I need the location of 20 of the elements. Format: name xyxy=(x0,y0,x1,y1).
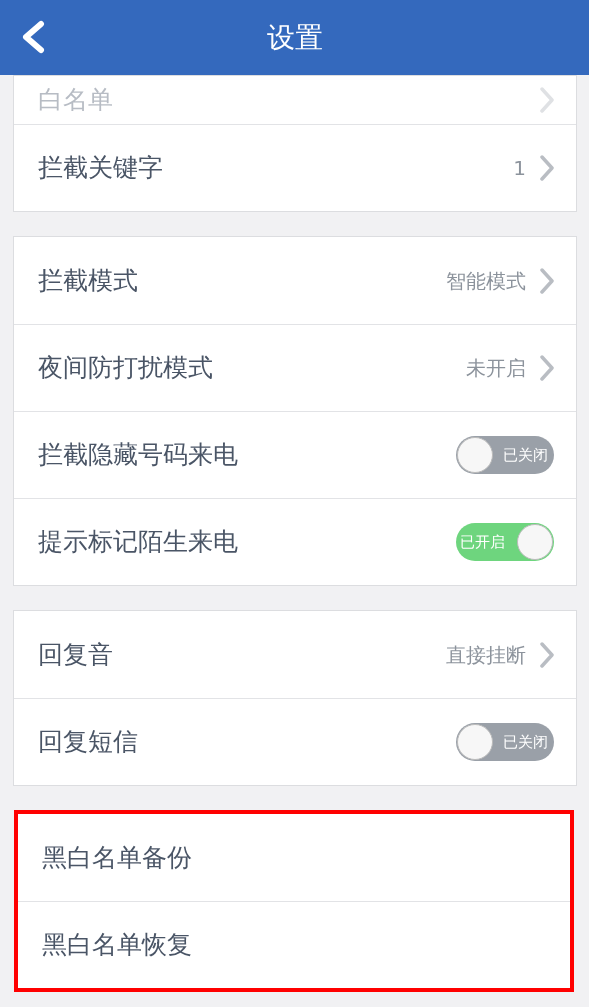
chevron-icon xyxy=(540,87,554,113)
page-title: 设置 xyxy=(266,19,323,56)
setting-value: 1 xyxy=(513,155,526,182)
chevron-icon xyxy=(540,267,554,294)
setting-label[interactable]: 黑白名单恢复 xyxy=(42,926,192,964)
chevron-icon xyxy=(540,355,554,381)
setting-label[interactable]: 夜间防打扰模式 xyxy=(38,349,213,387)
setting-label[interactable]: 提示标记陌生来电 xyxy=(38,523,238,561)
setting-label[interactable]: 回复音 xyxy=(38,635,113,674)
setting-label[interactable]: 拦截模式 xyxy=(38,261,138,300)
chevron-icon xyxy=(540,155,554,181)
setting-label[interactable]: 回复短信 xyxy=(38,723,138,761)
setting-label[interactable]: 黑白名单备份 xyxy=(42,838,192,877)
setting-label[interactable]: 拦截关键字 xyxy=(38,149,163,187)
back-icon[interactable] xyxy=(20,20,46,54)
setting-value: 直接挂断 xyxy=(446,641,526,669)
chevron-icon xyxy=(540,641,554,668)
setting-label[interactable]: 拦截隐藏号码来电 xyxy=(38,436,238,474)
setting-value: 智能模式 xyxy=(446,267,526,295)
setting-value: 未开启 xyxy=(466,355,526,382)
